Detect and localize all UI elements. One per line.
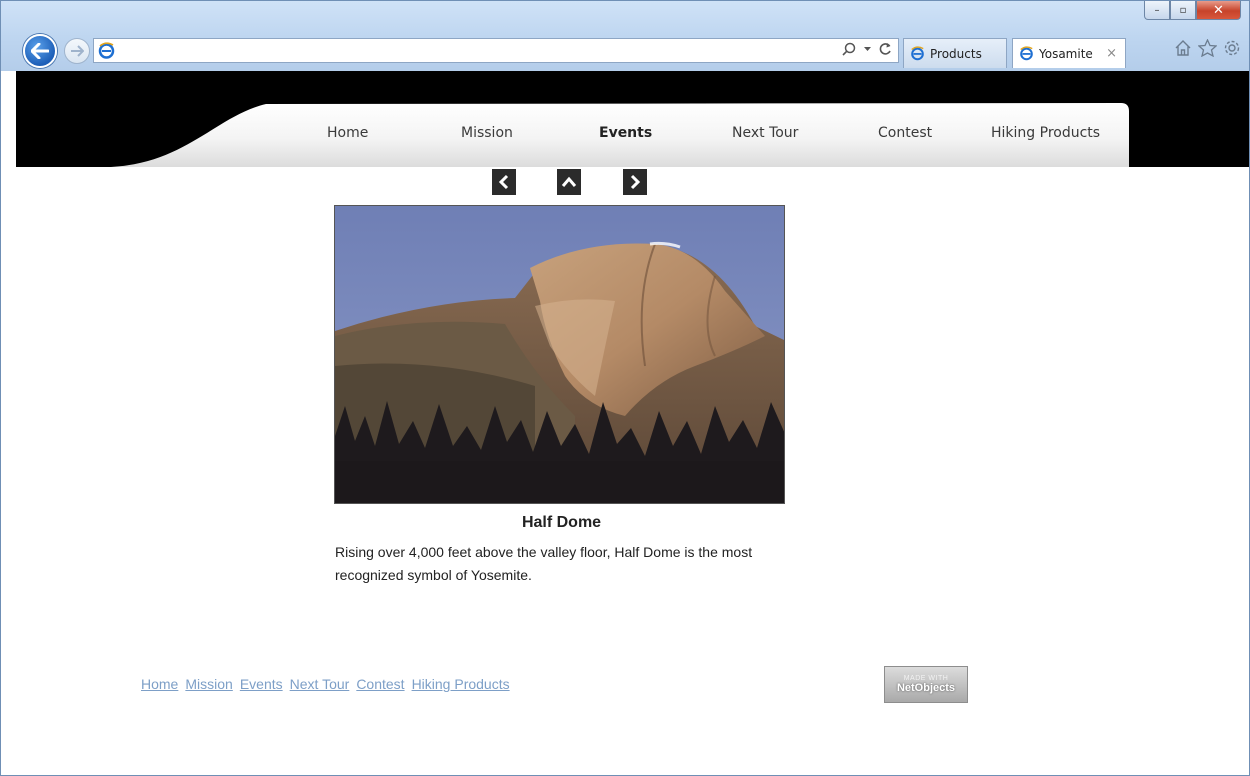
forward-arrow-icon <box>71 45 84 57</box>
site-header: Home Mission Events Next Tour Contest Hi… <box>16 71 1249 167</box>
nav-item-contest[interactable]: Contest <box>878 125 932 141</box>
ie-logo-icon <box>911 46 924 61</box>
badge-small-text: MADE WITH <box>903 675 949 682</box>
footer-link-hiking-products[interactable]: Hiking Products <box>412 676 510 692</box>
dropdown-arrow-icon[interactable] <box>864 46 871 52</box>
nav-item-home[interactable]: Home <box>327 125 368 141</box>
window-controls: – ▫ ✕ <box>1144 1 1241 20</box>
slide-description: Rising over 4,000 feet above the valley … <box>335 544 753 583</box>
half-dome-illustration <box>335 206 784 503</box>
home-icon[interactable] <box>1174 39 1192 57</box>
slide-index-button[interactable] <box>557 169 581 195</box>
nav-item-hiking-products[interactable]: Hiking Products <box>991 125 1100 141</box>
ie-logo-icon <box>98 42 115 59</box>
nav-item-next-tour[interactable]: Next Tour <box>732 125 798 141</box>
browser-right-icons <box>1174 39 1241 57</box>
ie-logo-icon <box>1020 46 1033 61</box>
favorites-star-icon[interactable] <box>1198 39 1217 57</box>
footer-link-next-tour[interactable]: Next Tour <box>290 676 350 692</box>
browser-window: – ▫ ✕ Products Yosamite × Home Mission E… <box>0 0 1250 776</box>
footer-link-contest[interactable]: Contest <box>356 676 404 692</box>
search-icon[interactable] <box>842 42 856 56</box>
address-tools <box>842 42 892 56</box>
badge-big-text: NetObjects <box>896 682 956 694</box>
back-arrow-icon <box>31 43 49 59</box>
tab-close-icon[interactable]: × <box>1106 46 1117 61</box>
maximize-button[interactable]: ▫ <box>1170 1 1196 20</box>
back-button[interactable] <box>23 34 57 68</box>
tab-yosamite[interactable]: Yosamite × <box>1012 38 1126 68</box>
slide-title: Half Dome <box>521 514 602 531</box>
netobjects-badge[interactable]: MADE WITH NetObjects <box>884 666 968 703</box>
previous-slide-button[interactable] <box>492 169 516 195</box>
main-nav: Home Mission Events Next Tour Contest Hi… <box>16 103 1249 165</box>
next-arrow-icon <box>630 174 641 190</box>
minimize-button[interactable]: – <box>1144 1 1170 20</box>
half-dome-photo <box>334 205 785 504</box>
browser-toolbar: – ▫ ✕ Products Yosamite × <box>1 1 1249 71</box>
previous-arrow-icon <box>498 174 509 190</box>
forward-button[interactable] <box>64 38 90 64</box>
footer-link-events[interactable]: Events <box>240 676 283 692</box>
footer-nav: Home Mission Events Next Tour Contest Hi… <box>141 676 510 692</box>
address-bar[interactable] <box>93 38 899 63</box>
tab-label: Yosamite <box>1039 46 1093 61</box>
next-slide-button[interactable] <box>623 169 647 195</box>
nav-item-mission[interactable]: Mission <box>461 125 513 141</box>
close-window-button[interactable]: ✕ <box>1196 1 1241 20</box>
nav-item-events[interactable]: Events <box>599 125 652 141</box>
tab-label: Products <box>930 46 982 61</box>
settings-gear-icon[interactable] <box>1223 39 1241 57</box>
up-arrow-icon <box>561 176 577 187</box>
footer-link-home[interactable]: Home <box>141 676 178 692</box>
footer-link-mission[interactable]: Mission <box>185 676 232 692</box>
tab-products[interactable]: Products <box>903 38 1007 68</box>
refresh-icon[interactable] <box>879 42 892 56</box>
